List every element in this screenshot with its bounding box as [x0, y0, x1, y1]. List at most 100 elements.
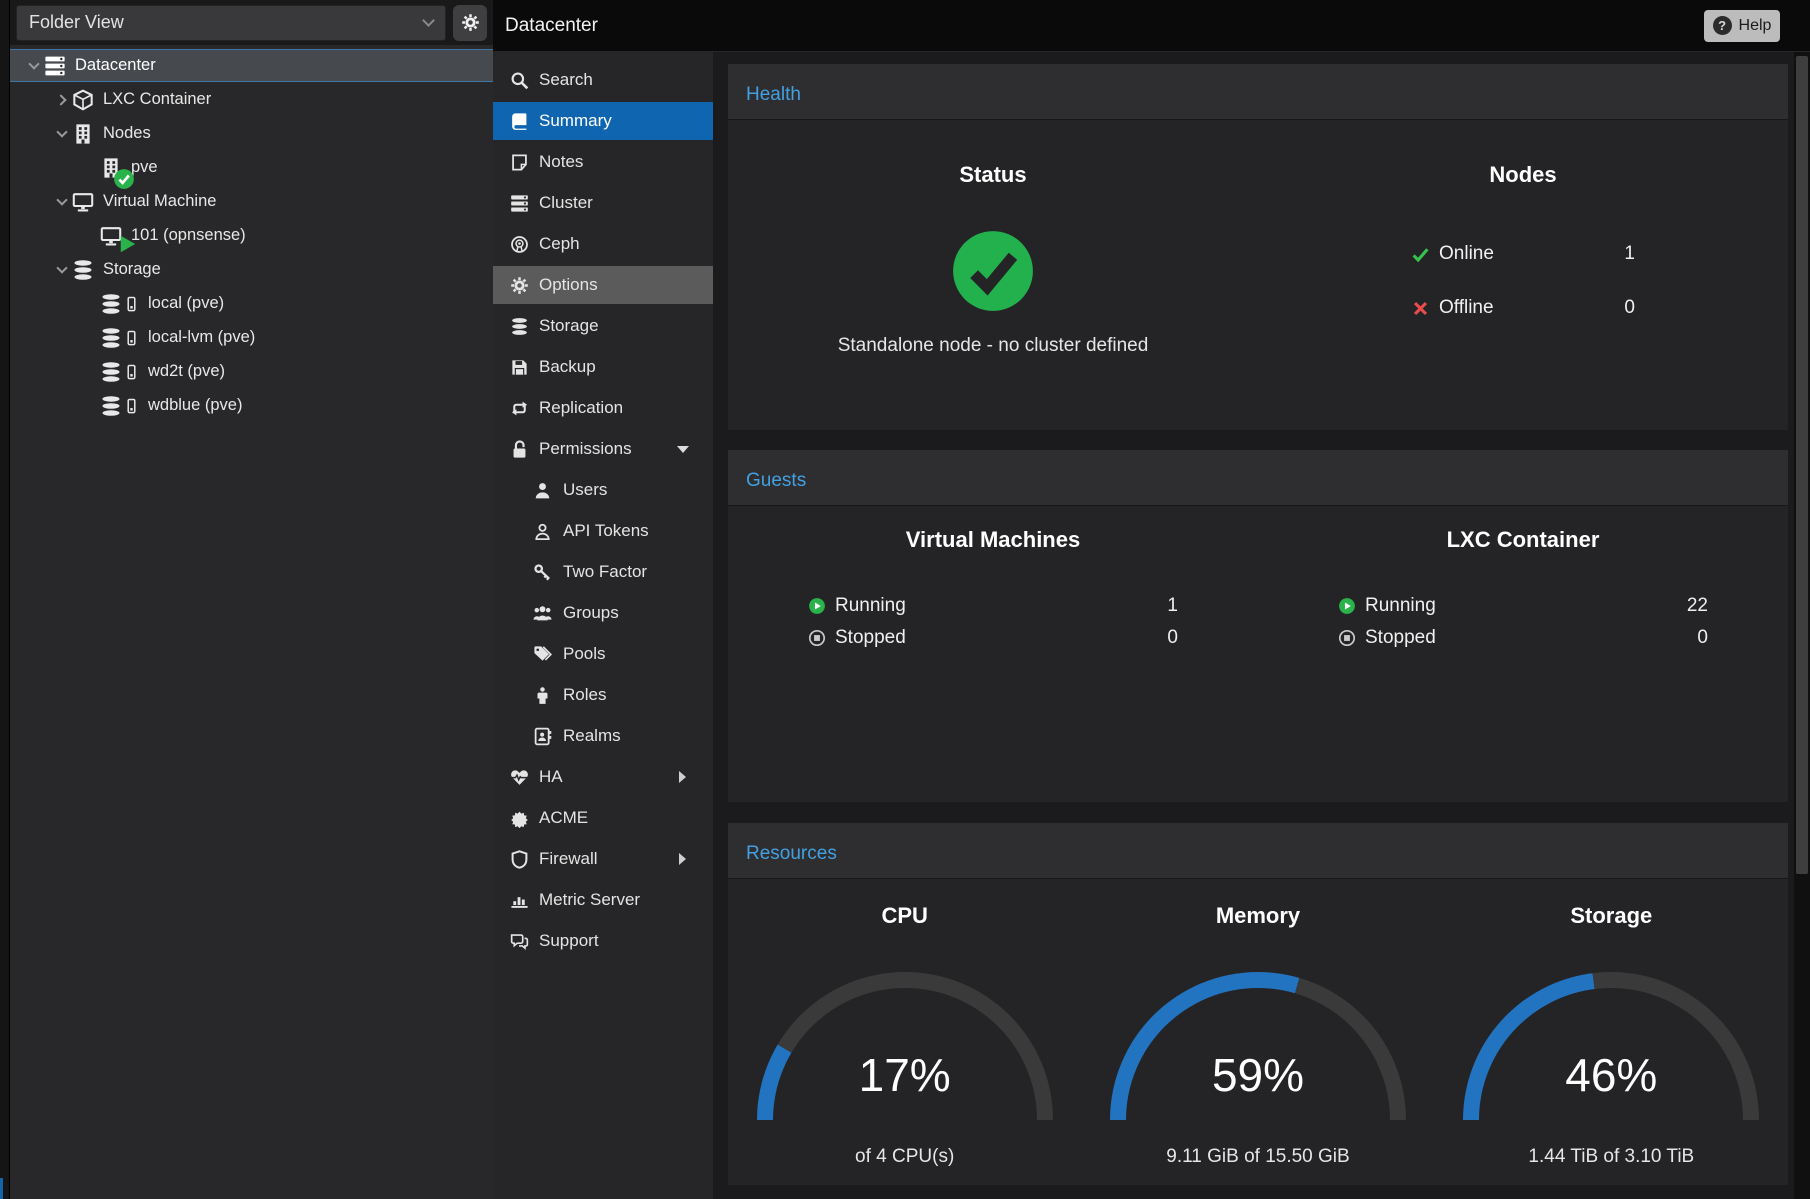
- nav-item-cluster[interactable]: Cluster: [493, 184, 713, 222]
- nav-item-acme[interactable]: ACME: [493, 799, 713, 837]
- check-circle-icon: [951, 229, 1035, 313]
- node-status-label: Online: [1439, 243, 1494, 265]
- nav-item-firewall[interactable]: Firewall: [493, 840, 713, 878]
- nav-item-label: HA: [539, 767, 563, 787]
- tree-item-101-opnsense[interactable]: 101 (opnsense): [10, 219, 493, 252]
- guest-group-lxc-container: LXC ContainerRunning22Stopped0: [1258, 506, 1788, 802]
- expander-down-icon[interactable]: [52, 199, 72, 204]
- nav-item-api-tokens[interactable]: API Tokens: [493, 512, 713, 550]
- database-icon: [510, 317, 529, 336]
- bar-chart-icon: [510, 891, 529, 910]
- floppy-icon: [510, 358, 529, 377]
- tree-item-local-pve[interactable]: local (pve): [10, 287, 493, 320]
- gauge-heading: Storage: [1570, 903, 1652, 931]
- nav-item-label: Storage: [539, 316, 599, 336]
- nav-item-options[interactable]: Options: [493, 266, 713, 304]
- nav-item-storage[interactable]: Storage: [493, 307, 713, 345]
- resource-tree: Datacenter LXC Container NodespveVirtual M…: [10, 45, 493, 1199]
- unlock-icon: [510, 440, 529, 459]
- node-status-label: Offline: [1439, 297, 1494, 319]
- tree-item-storage[interactable]: Storage: [10, 253, 493, 286]
- window-edge-highlight: [0, 1178, 3, 1199]
- expander-down-icon[interactable]: [52, 131, 72, 136]
- nav-item-replication[interactable]: Replication: [493, 389, 713, 427]
- nav-item-label: Permissions: [539, 439, 632, 459]
- book-icon: [510, 112, 529, 131]
- tree-item-wdblue-pve[interactable]: wdblue (pve): [10, 389, 493, 422]
- node-status-value: 1: [1624, 243, 1635, 265]
- nav-item-groups[interactable]: Groups: [493, 594, 713, 632]
- nodes-column: Nodes Online1Offline0: [1258, 120, 1788, 430]
- caret-right-icon: [679, 771, 686, 783]
- expander-right-icon[interactable]: [52, 96, 72, 104]
- status-heading: Status: [959, 162, 1026, 190]
- tree-settings-button[interactable]: [453, 5, 487, 41]
- expander-down-icon[interactable]: [24, 63, 44, 68]
- nav-item-ha[interactable]: HA: [493, 758, 713, 796]
- database-icon: [100, 327, 122, 349]
- expander-down-icon[interactable]: [52, 267, 72, 272]
- drive-icon: [124, 328, 139, 348]
- guest-row-label: Running: [835, 595, 906, 617]
- guest-group-heading: LXC Container: [1338, 527, 1708, 555]
- nav-item-permissions[interactable]: Permissions: [493, 430, 713, 468]
- view-selector-value: Folder View: [29, 12, 124, 33]
- cube-icon: [72, 89, 94, 111]
- guest-row-value: 1: [1167, 595, 1178, 617]
- tree-item-pve[interactable]: pve: [10, 151, 493, 184]
- nav-item-notes[interactable]: Notes: [493, 143, 713, 181]
- nav-item-label: Realms: [563, 726, 621, 746]
- tree-item-lxc-container[interactable]: LXC Container: [10, 83, 493, 116]
- resources-panel: Resources CPU17%of 4 CPU(s)Memory59%9.11…: [728, 823, 1788, 1185]
- proxmox-datacenter-app: Folder View Datacenter LXC Container Nodes…: [0, 0, 1810, 1199]
- nav-item-label: Search: [539, 70, 593, 90]
- resources-panel-title: Resources: [728, 823, 1788, 879]
- database-icon: [100, 293, 122, 315]
- stop-circle-icon: [808, 629, 826, 647]
- nav-item-label: Users: [563, 480, 607, 500]
- guest-row-running: Running22: [1338, 593, 1708, 619]
- nav-item-users[interactable]: Users: [493, 471, 713, 509]
- drive-icon: [124, 362, 139, 382]
- nav-item-ceph[interactable]: Ceph: [493, 225, 713, 263]
- tree-item-virtual-machine[interactable]: Virtual Machine: [10, 185, 493, 218]
- nav-item-support[interactable]: Support: [493, 922, 713, 960]
- stop-circle-icon: [1338, 629, 1356, 647]
- nav-item-realms[interactable]: Realms: [493, 717, 713, 755]
- tree-item-label: LXC Container: [103, 90, 211, 109]
- nav-item-label: Summary: [539, 111, 612, 131]
- nav-item-roles[interactable]: Roles: [493, 676, 713, 714]
- tree-item-local-lvm-pve[interactable]: local-lvm (pve): [10, 321, 493, 354]
- tree-item-nodes[interactable]: Nodes: [10, 117, 493, 150]
- tree-item-label: Storage: [103, 260, 161, 279]
- nav-item-pools[interactable]: Pools: [493, 635, 713, 673]
- view-selector-dropdown[interactable]: Folder View: [16, 5, 446, 41]
- nav-item-label: ACME: [539, 808, 588, 828]
- comments-icon: [510, 932, 529, 951]
- scrollbar-thumb[interactable]: [1796, 56, 1808, 874]
- tree-item-datacenter[interactable]: Datacenter: [10, 49, 493, 82]
- nav-item-backup[interactable]: Backup: [493, 348, 713, 386]
- content-area: Health Status Standalone node - no clust…: [713, 52, 1794, 1199]
- gauge-percent: 59%: [1110, 1048, 1406, 1102]
- tree-item-wd2t-pve[interactable]: wd2t (pve): [10, 355, 493, 388]
- retweet-icon: [510, 399, 529, 418]
- check-icon: [1411, 245, 1430, 264]
- nav-item-two-factor[interactable]: Two Factor: [493, 553, 713, 591]
- tree-item-label: Datacenter: [75, 56, 156, 75]
- help-button[interactable]: ? Help: [1704, 10, 1780, 42]
- health-panel: Health Status Standalone node - no clust…: [728, 64, 1788, 430]
- shield-icon: [510, 850, 529, 869]
- nav-item-label: API Tokens: [563, 521, 649, 541]
- nav-item-label: Support: [539, 931, 599, 951]
- guest-group-virtual-machines: Virtual MachinesRunning1Stopped0: [728, 506, 1258, 802]
- vertical-scrollbar[interactable]: [1794, 52, 1810, 1199]
- tree-item-label: wdblue (pve): [148, 396, 242, 415]
- nav-item-summary[interactable]: Summary: [493, 102, 713, 140]
- nav-item-label: Firewall: [539, 849, 598, 869]
- nav-item-label: Notes: [539, 152, 583, 172]
- gauge-arc: 46%: [1463, 972, 1759, 1121]
- nav-item-search[interactable]: Search: [493, 61, 713, 99]
- caret-right-icon: [679, 853, 686, 865]
- nav-item-metric-server[interactable]: Metric Server: [493, 881, 713, 919]
